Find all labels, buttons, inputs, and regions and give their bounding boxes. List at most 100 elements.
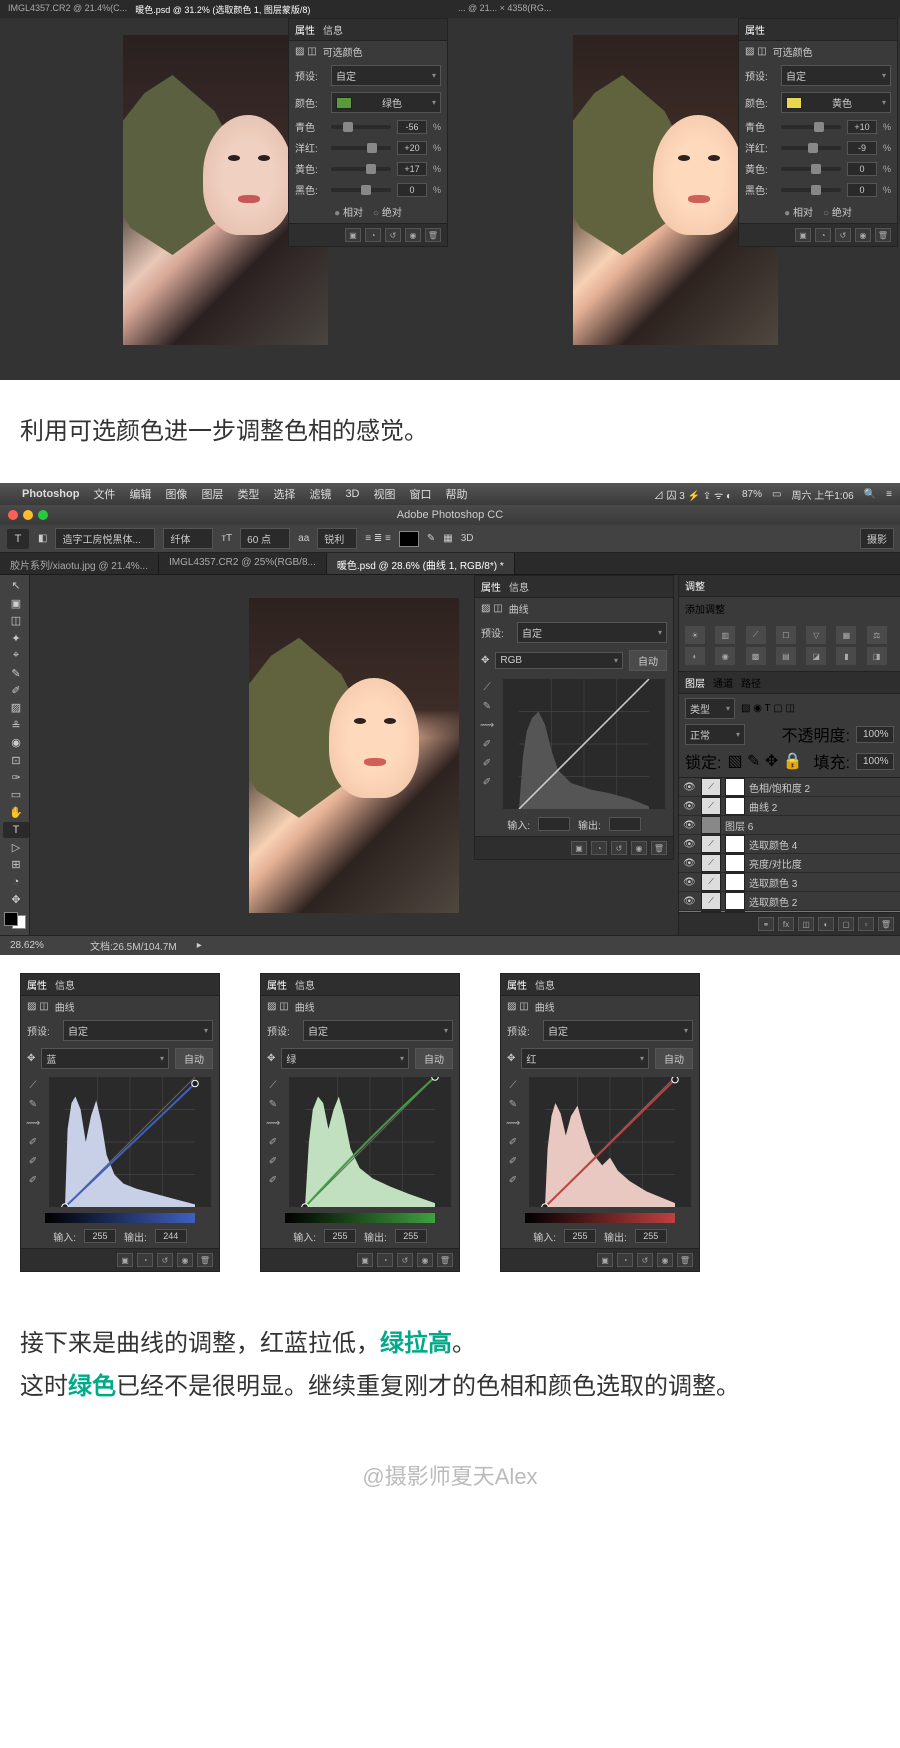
- eyedropper-gray[interactable]: ✐: [505, 1153, 521, 1169]
- preset-dropdown[interactable]: 自定: [781, 65, 891, 86]
- visibility-toggle[interactable]: 👁: [683, 877, 697, 888]
- point-tool[interactable]: ⟋: [25, 1077, 41, 1093]
- curves-graph[interactable]: [503, 679, 665, 809]
- eyedropper-white[interactable]: ✐: [25, 1172, 41, 1188]
- menu-app[interactable]: Photoshop: [22, 488, 79, 500]
- filter-icons[interactable]: ▧ ◉ T ▢ ◫: [741, 703, 795, 714]
- input-value[interactable]: [538, 817, 570, 831]
- preset-dropdown[interactable]: 自定: [331, 65, 441, 86]
- minimize-button[interactable]: [23, 510, 33, 520]
- adj-bw-icon[interactable]: ◐: [685, 647, 705, 665]
- smooth-tool[interactable]: ⟿: [265, 1115, 281, 1131]
- visibility-icon[interactable]: ◉: [631, 841, 647, 855]
- output-value[interactable]: [609, 817, 641, 831]
- layer-name[interactable]: 选取颜色 4: [749, 837, 896, 852]
- close-button[interactable]: [8, 510, 18, 520]
- doc-tab[interactable]: ... @ 21... × 4358(RG...: [458, 3, 551, 15]
- curves-graph[interactable]: [529, 1077, 691, 1207]
- cyan-slider[interactable]: [331, 125, 391, 129]
- reset-icon[interactable]: ↺: [385, 228, 401, 242]
- magenta-value[interactable]: [397, 141, 427, 155]
- trash-icon[interactable]: 🗑: [437, 1253, 453, 1267]
- black-value[interactable]: [847, 183, 877, 197]
- visibility-toggle[interactable]: 👁: [683, 839, 697, 850]
- cyan-slider[interactable]: [781, 125, 841, 129]
- smooth-tool[interactable]: ⟿: [479, 717, 495, 733]
- auto-button[interactable]: 自动: [629, 650, 667, 671]
- sampler-icon[interactable]: ✥: [507, 1053, 515, 1064]
- footer-icon[interactable]: ▣: [571, 841, 587, 855]
- sampler-icon[interactable]: ✥: [267, 1053, 275, 1064]
- cyan-value[interactable]: [847, 120, 877, 134]
- yellow-slider[interactable]: [781, 167, 841, 171]
- tool-15[interactable]: ▷: [3, 840, 29, 855]
- magenta-slider[interactable]: [331, 146, 391, 150]
- tab-properties[interactable]: 属性: [481, 579, 501, 594]
- adj-colbal-icon[interactable]: ⚖: [867, 626, 887, 644]
- yellow-value[interactable]: [847, 162, 877, 176]
- adj-brightness-icon[interactable]: ☀: [685, 626, 705, 644]
- tool-5[interactable]: ✎: [3, 665, 29, 680]
- layer-row[interactable]: 👁图层 6: [679, 816, 900, 835]
- canvas[interactable]: 属性信息 ▨ ◫曲线 预设:自定 ✥RGB自动 ⟋✎⟿✐✐✐ 输: [30, 575, 678, 935]
- visibility-toggle[interactable]: 👁: [683, 820, 697, 831]
- yellow-slider[interactable]: [331, 167, 391, 171]
- eyedropper-black[interactable]: ✐: [479, 736, 495, 752]
- magenta-slider[interactable]: [781, 146, 841, 150]
- tool-8[interactable]: ≗: [3, 718, 29, 733]
- text-color[interactable]: [399, 531, 419, 547]
- pencil-tool[interactable]: ✎: [265, 1096, 281, 1112]
- doc-tab-active[interactable]: 暖色.psd @ 28.6% (曲线 1, RGB/8*) *: [327, 553, 515, 574]
- visibility-toggle[interactable]: 👁: [683, 896, 697, 907]
- adj-thresh-icon[interactable]: ◨: [867, 647, 887, 665]
- blend-mode[interactable]: 正常: [685, 724, 745, 745]
- warp-icon[interactable]: ✎: [427, 533, 435, 544]
- pencil-tool[interactable]: ✎: [479, 698, 495, 714]
- link-icon[interactable]: ⚭: [758, 917, 774, 931]
- tab-layers[interactable]: 图层: [685, 675, 705, 690]
- layer-row[interactable]: 👁⟋选取颜色 4: [679, 835, 900, 854]
- layer-name[interactable]: 色相/饱和度 2: [749, 780, 896, 795]
- layer-name[interactable]: 选取颜色 3: [749, 875, 896, 890]
- auto-button[interactable]: 自动: [655, 1048, 693, 1069]
- align-icons[interactable]: ≡ ≣ ≡: [365, 533, 391, 544]
- preset-dropdown[interactable]: 自定: [517, 622, 667, 643]
- layer-name[interactable]: 选取颜色 2: [749, 894, 896, 909]
- eyedropper-white[interactable]: ✐: [265, 1172, 281, 1188]
- fx-icon[interactable]: fx: [778, 917, 794, 931]
- clip-icon[interactable]: ◔: [591, 841, 607, 855]
- adj-invert-icon[interactable]: ◪: [806, 647, 826, 665]
- tool-9[interactable]: ◉: [3, 735, 29, 750]
- lock-icons[interactable]: ▧ ✎ ✥ 🔒: [727, 751, 802, 771]
- toggle-icon[interactable]: ◧: [38, 533, 47, 544]
- smooth-tool[interactable]: ⟿: [505, 1115, 521, 1131]
- pencil-tool[interactable]: ✎: [505, 1096, 521, 1112]
- curves-graph[interactable]: [49, 1077, 211, 1207]
- visibility-icon[interactable]: ◉: [657, 1253, 673, 1267]
- spotlight-icon[interactable]: 🔍: [864, 489, 876, 500]
- visibility-toggle[interactable]: 👁: [683, 801, 697, 812]
- menu-view[interactable]: 视图: [374, 486, 396, 502]
- doc-tab[interactable]: IMGL4357.CR2 @ 25%(RGB/8...: [159, 553, 327, 574]
- preset-dropdown[interactable]: 自定: [543, 1020, 693, 1041]
- reset-icon[interactable]: ↺: [397, 1253, 413, 1267]
- menu-help[interactable]: 帮助: [446, 486, 468, 502]
- clip-icon[interactable]: ◔: [365, 228, 381, 242]
- adj-lookup-icon[interactable]: ▤: [776, 647, 796, 665]
- input-value[interactable]: [84, 1229, 116, 1243]
- doc-tab[interactable]: 暖色.psd @ 31.2% (选取颜色 1, 图层蒙版/8): [135, 3, 310, 15]
- tab-info[interactable]: 信息: [55, 977, 75, 992]
- tab-info[interactable]: 信息: [535, 977, 555, 992]
- panel-icon[interactable]: ▦: [443, 533, 452, 544]
- adj-photo-icon[interactable]: ◉: [715, 647, 735, 665]
- doc-tab[interactable]: IMGL4357.CR2 @ 21.4%(C...: [8, 3, 127, 15]
- trash-icon[interactable]: 🗑: [197, 1253, 213, 1267]
- input-value[interactable]: [564, 1229, 596, 1243]
- eyedropper-white[interactable]: ✐: [479, 774, 495, 790]
- layer-mask[interactable]: [725, 835, 745, 853]
- trash-icon[interactable]: 🗑: [878, 917, 894, 931]
- reset-icon[interactable]: ↺: [835, 228, 851, 242]
- visibility-icon[interactable]: ◉: [855, 228, 871, 242]
- workspace-switcher[interactable]: 摄影: [860, 528, 894, 549]
- reset-icon[interactable]: ↺: [611, 841, 627, 855]
